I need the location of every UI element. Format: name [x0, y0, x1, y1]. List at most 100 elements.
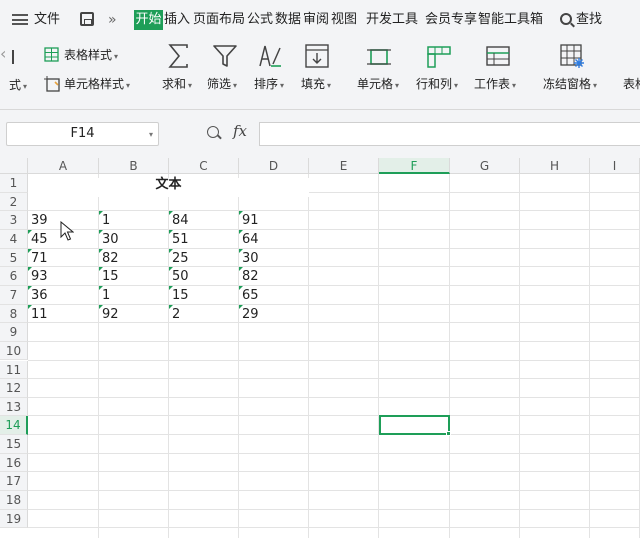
fx-icon[interactable]: fx: [233, 122, 247, 140]
mouse-cursor-icon: [60, 221, 74, 241]
column-header-d[interactable]: D: [239, 158, 309, 174]
row-header-9[interactable]: 9: [0, 323, 28, 342]
scroll-left-icon[interactable]: ‹: [0, 44, 6, 63]
cell-c7[interactable]: 15: [169, 285, 239, 305]
row-header-1[interactable]: 1: [0, 174, 28, 193]
row-header-12[interactable]: 12: [0, 379, 28, 398]
cell-a7[interactable]: 36: [28, 285, 99, 305]
row-header-17[interactable]: 17: [0, 472, 28, 492]
row-header-15[interactable]: 15: [0, 435, 28, 454]
row-header-19[interactable]: 19: [0, 509, 28, 529]
row-header-7[interactable]: 7: [0, 285, 28, 305]
row-header-6[interactable]: 6: [0, 267, 28, 286]
search-icon[interactable]: [560, 13, 572, 25]
cell-c5[interactable]: 25: [169, 248, 239, 268]
partial-tool-icon: [12, 50, 14, 64]
cell-c4[interactable]: 51: [169, 229, 239, 249]
selected-cell[interactable]: [379, 415, 450, 435]
cell-b6[interactable]: 15: [99, 267, 169, 286]
cell-d3[interactable]: 91: [239, 211, 309, 230]
tab-page-layout[interactable]: 页面布局: [193, 11, 245, 29]
tab-insert[interactable]: 插入: [164, 11, 190, 29]
partial-format-button[interactable]: 式 ▾: [9, 78, 27, 94]
row-gridline: [28, 434, 640, 436]
column-header-i[interactable]: I: [590, 158, 640, 174]
sum-button[interactable]: 求和 ▾: [162, 77, 192, 93]
row-header-13[interactable]: 13: [0, 397, 28, 417]
fill-handle[interactable]: [446, 431, 451, 436]
row-header-5[interactable]: 5: [0, 248, 28, 268]
column-header-a[interactable]: A: [28, 158, 99, 174]
tab-smart-toolbox[interactable]: 智能工具箱: [478, 11, 543, 29]
cell-a8[interactable]: 11: [28, 304, 99, 324]
column-header-b[interactable]: B: [99, 158, 169, 174]
row-header-10[interactable]: 10: [0, 341, 28, 361]
menu-icon[interactable]: [12, 14, 28, 25]
row-header-4[interactable]: 4: [0, 229, 28, 249]
cell-d7[interactable]: 65: [239, 285, 309, 305]
cell-style-button[interactable]: 单元格样式 ▾: [64, 77, 130, 93]
cell-c3[interactable]: 84: [169, 211, 239, 230]
filter-button[interactable]: 筛选 ▾: [207, 77, 237, 93]
cell-button[interactable]: 单元格 ▾: [357, 77, 399, 93]
tab-developer[interactable]: 开发工具: [366, 11, 418, 29]
worksheet-icon: [486, 46, 510, 66]
cell-d4[interactable]: 64: [239, 229, 309, 249]
column-header-h[interactable]: H: [520, 158, 590, 174]
cell-b4[interactable]: 30: [99, 229, 169, 249]
table-style-button[interactable]: 表格样式 ▾: [64, 48, 118, 64]
row-header-11[interactable]: 11: [0, 360, 28, 380]
column-header-f[interactable]: F: [379, 158, 450, 174]
row-column-button[interactable]: 行和列 ▾: [416, 77, 458, 93]
fill-icon: [305, 44, 329, 68]
sort-button[interactable]: 排序 ▾: [254, 77, 284, 93]
cell-a6[interactable]: 93: [28, 267, 99, 286]
cell-b7[interactable]: 1: [99, 285, 169, 305]
cell-a5[interactable]: 71: [28, 248, 99, 268]
partial-table-button[interactable]: 表格: [623, 77, 640, 91]
title-cell[interactable]: 文本: [28, 178, 309, 197]
cell-b3[interactable]: 1: [99, 211, 169, 230]
row-header-16[interactable]: 16: [0, 453, 28, 473]
cell-b8[interactable]: 92: [99, 304, 169, 324]
column-header-g[interactable]: G: [450, 158, 520, 174]
tab-member[interactable]: 会员专享: [425, 11, 477, 29]
tab-review[interactable]: 审阅: [303, 11, 329, 29]
table-style-icon: [44, 47, 59, 62]
sum-icon: [168, 44, 188, 68]
file-menu[interactable]: 文件: [34, 11, 60, 29]
row-header-18[interactable]: 18: [0, 491, 28, 510]
save-icon[interactable]: [80, 12, 94, 26]
select-all-corner[interactable]: [0, 158, 28, 174]
row-header-3[interactable]: 3: [0, 211, 28, 230]
cell-d5[interactable]: 30: [239, 248, 309, 268]
row-gridline: [28, 508, 640, 510]
cell-b5[interactable]: 82: [99, 248, 169, 268]
name-box[interactable]: F14: [6, 122, 159, 146]
tab-view[interactable]: 视图: [331, 11, 357, 29]
cell-d8[interactable]: 29: [239, 304, 309, 324]
chevron-down-icon[interactable]: ▾: [149, 130, 153, 139]
formula-input[interactable]: [259, 122, 640, 146]
cell-c6[interactable]: 50: [169, 267, 239, 286]
column-header-e[interactable]: E: [309, 158, 379, 174]
row-gridline: [28, 527, 640, 529]
cell-d6[interactable]: 82: [239, 267, 309, 286]
search-label[interactable]: 查找: [576, 11, 602, 29]
row-gridline: [28, 471, 640, 473]
worksheet-button[interactable]: 工作表 ▾: [474, 77, 516, 93]
tab-home[interactable]: 开始: [134, 10, 163, 30]
freeze-panes-button[interactable]: 冻结窗格 ▾: [543, 77, 597, 93]
zoom-icon[interactable]: [207, 126, 219, 138]
row-header-14[interactable]: 14: [0, 416, 28, 436]
column-gridline: [519, 174, 520, 538]
more-icon[interactable]: »: [108, 11, 117, 29]
row-header-2[interactable]: 2: [0, 192, 28, 212]
sort-icon: [259, 45, 281, 67]
row-header-8[interactable]: 8: [0, 304, 28, 324]
cell-c8[interactable]: 2: [169, 304, 239, 324]
tab-data[interactable]: 数据: [275, 11, 301, 29]
column-header-c[interactable]: C: [169, 158, 239, 174]
tab-formulas[interactable]: 公式: [247, 11, 273, 29]
fill-button[interactable]: 填充 ▾: [301, 77, 331, 93]
